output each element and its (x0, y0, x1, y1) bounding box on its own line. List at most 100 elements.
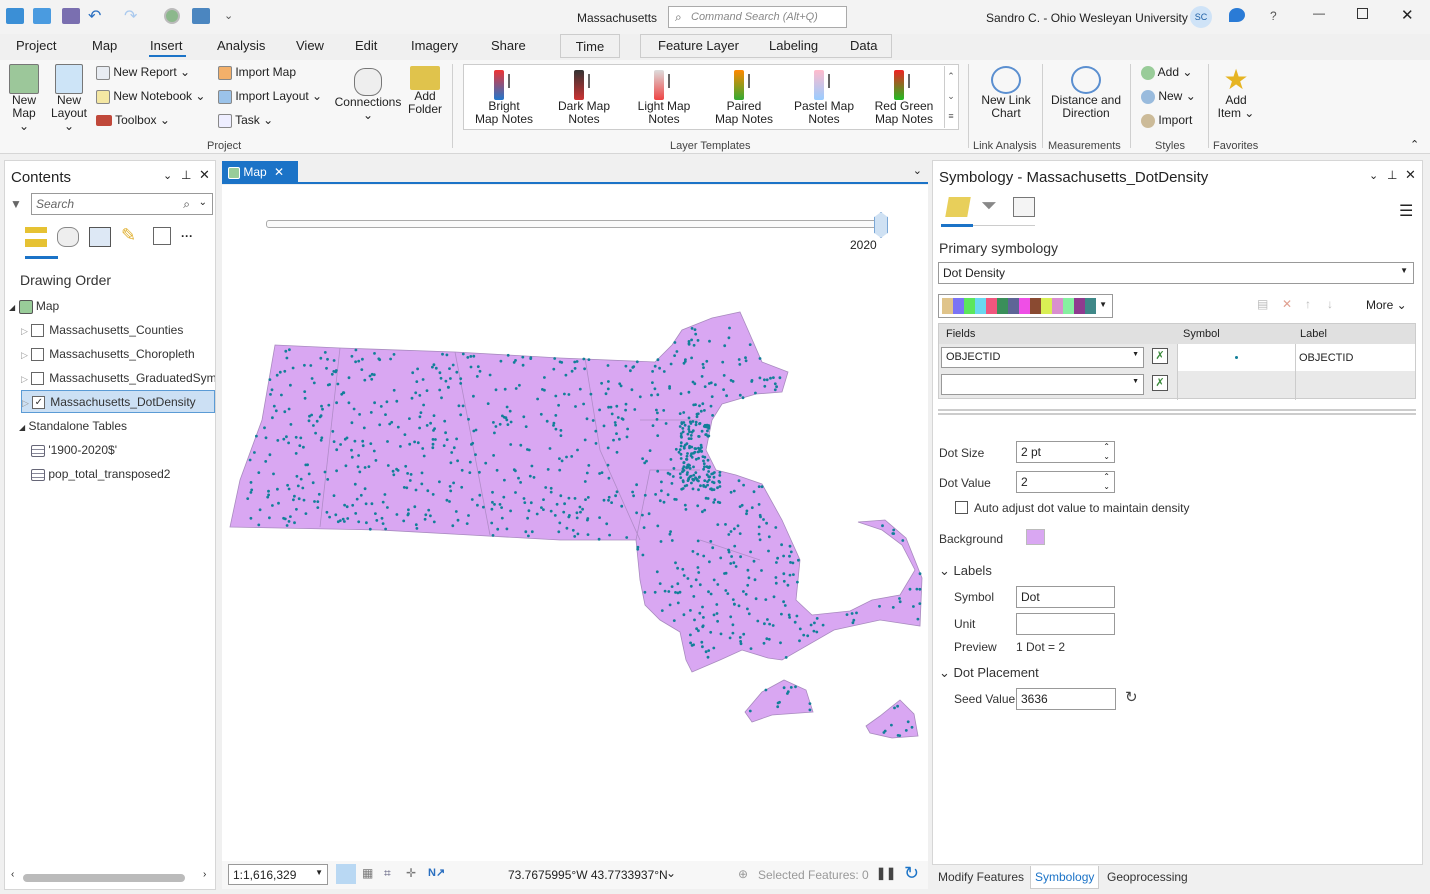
list-by-source-icon[interactable] (57, 227, 79, 247)
import-style-button[interactable]: Import (1141, 114, 1192, 128)
command-search[interactable]: ⌕ Command Search (Alt+Q) (668, 6, 847, 28)
horizontal-scrollbar[interactable] (23, 874, 185, 882)
avatar[interactable]: SC (1190, 6, 1212, 28)
tab-data[interactable]: Data (850, 38, 877, 53)
tab-map[interactable]: Map (92, 38, 117, 53)
tab-analysis[interactable]: Analysis (217, 38, 265, 53)
new-style-button[interactable]: New ⌄ (1141, 90, 1196, 104)
labels-section[interactable]: ⌄ Labels (939, 563, 992, 579)
symbol-label-input[interactable]: Dot (1016, 586, 1115, 608)
save-icon[interactable] (62, 8, 80, 24)
layer-template-button[interactable]: Bright Map Notes (470, 70, 538, 126)
import-map-button[interactable]: Import Map (218, 66, 296, 80)
table-item[interactable]: '1900-2020$' (31, 443, 117, 457)
gallery-scroll[interactable]: ⌃ ⌄ ≡ (944, 66, 957, 128)
layer-template-button[interactable]: Red Green Map Notes (870, 70, 938, 126)
scroll-left-icon[interactable]: ‹ (11, 869, 14, 880)
new-project-icon[interactable] (6, 8, 24, 24)
layer-template-button[interactable]: Pastel Map Notes (790, 70, 858, 126)
symbol-layer-drawing-icon[interactable] (1013, 197, 1035, 217)
unit-input[interactable] (1016, 613, 1115, 635)
north-arrow-icon[interactable]: N↗ (428, 866, 445, 879)
collapse-ribbon-icon[interactable]: ⌃ (1410, 138, 1419, 151)
customize-icon[interactable]: ⌄ (224, 9, 233, 22)
pane-options-icon[interactable]: ⌄ (1369, 169, 1378, 182)
move-up-icon[interactable]: ↑ (1305, 297, 1311, 311)
layer-item[interactable]: ▷ Massachusetts_Counties (21, 323, 183, 338)
map-canvas[interactable]: 2020 (222, 185, 928, 861)
open-project-icon[interactable] (33, 8, 51, 24)
color-scheme-select[interactable]: ▼ (938, 294, 1113, 318)
add-folder-button[interactable]: Add Folder (406, 66, 444, 116)
notification-icon[interactable] (1229, 8, 1245, 22)
regenerate-seed-icon[interactable]: ↻ (1125, 688, 1138, 706)
distance-direction-button[interactable]: Distance and Direction (1050, 66, 1122, 120)
tab-time[interactable]: Time (560, 34, 620, 58)
dot-size-input[interactable]: 2 pt ⌃ ⌄ (1016, 441, 1115, 463)
remove-icon[interactable]: ✕ (1282, 297, 1292, 311)
pin-icon[interactable]: ⊥ (1387, 168, 1397, 182)
close-icon[interactable]: ✕ (1401, 6, 1414, 24)
grid-icon[interactable]: ▦ (362, 866, 373, 880)
coordinate-format-icon[interactable]: ⌄ (666, 866, 676, 880)
add-style-button[interactable]: Add ⌄ (1141, 66, 1192, 80)
list-by-drawing-order-icon[interactable] (25, 227, 47, 247)
layer-template-button[interactable]: Dark Map Notes (550, 70, 618, 126)
help-icon[interactable]: ? (1270, 9, 1277, 23)
selected-features[interactable]: Selected Features: 0 (758, 868, 869, 882)
list-by-selection-icon[interactable] (89, 227, 111, 247)
window-icon[interactable] (192, 8, 210, 24)
contents-search-input[interactable]: Search ⌕ ⌄ (31, 193, 213, 215)
new-report-button[interactable]: New Report ⌄ (96, 66, 190, 80)
constraints-icon[interactable]: ⌗ (384, 866, 391, 881)
layer-template-button[interactable]: Paired Map Notes (710, 70, 778, 126)
splitter-handle[interactable] (938, 409, 1416, 415)
layer-item[interactable]: ▷ Massachusetts_Choropleth (21, 347, 195, 362)
tab-project[interactable]: Project (16, 38, 56, 53)
pause-drawing-icon[interactable]: ❚❚ (876, 866, 896, 880)
tab-share[interactable]: Share (491, 38, 526, 53)
primary-symbology-icon[interactable] (945, 197, 971, 217)
snapping-icon[interactable]: ✛ (406, 866, 416, 880)
seed-value-input[interactable]: 3636 (1016, 688, 1116, 710)
tab-labeling[interactable]: Labeling (769, 38, 818, 53)
more-menu[interactable]: More ⌄ (1366, 298, 1407, 312)
tab-edit[interactable]: Edit (355, 38, 377, 53)
tab-insert[interactable]: Insert (150, 38, 183, 53)
new-notebook-button[interactable]: New Notebook ⌄ (96, 90, 205, 104)
layer-visibility-checkbox[interactable]: ✓ (32, 396, 46, 410)
grid-snap-icon[interactable] (336, 864, 356, 884)
tab-imagery[interactable]: Imagery (411, 38, 458, 53)
layer-visibility-checkbox[interactable] (31, 324, 45, 338)
tab-map-view[interactable]: Map ✕ (222, 161, 298, 183)
tab-modify-features[interactable]: Modify Features (938, 870, 1024, 884)
toolbox-button[interactable]: Toolbox ⌄ (96, 114, 170, 127)
close-pane-icon[interactable]: ✕ (1405, 167, 1416, 183)
dot-symbol[interactable] (1235, 356, 1238, 359)
tab-options-icon[interactable]: ⌄ (913, 164, 922, 177)
close-pane-icon[interactable]: ✕ (199, 167, 210, 183)
layer-item[interactable]: ▷ Massachusetts_GraduatedSymb (21, 371, 215, 386)
minimize-icon[interactable]: — (1313, 6, 1325, 20)
table-item[interactable]: pop_total_transposed2 (31, 467, 170, 481)
move-down-icon[interactable]: ↓ (1327, 297, 1333, 311)
expression-icon[interactable]: ✗ (1152, 348, 1168, 364)
expression-icon[interactable]: ✗ (1152, 375, 1168, 391)
list-by-editing-icon[interactable]: ✎ (121, 225, 136, 246)
vary-symbology-icon[interactable]: ⏷ (981, 195, 997, 218)
tab-geoprocessing[interactable]: Geoprocessing (1107, 870, 1188, 884)
tree-item-map[interactable]: ◢ Map (9, 299, 59, 314)
layer-template-button[interactable]: Light Map Notes (630, 70, 698, 126)
field-select[interactable]: OBJECTID ▼ (941, 347, 1144, 368)
background-color-swatch[interactable] (1026, 529, 1045, 545)
standalone-tables-group[interactable]: ◢ Standalone Tables (19, 419, 127, 433)
auto-adjust-checkbox[interactable] (955, 501, 968, 514)
new-map-button[interactable]: New Map ⌄ (6, 64, 42, 133)
menu-icon[interactable]: ☰ (1399, 201, 1413, 221)
connections-button[interactable]: Connections ⌄ (334, 68, 402, 122)
new-link-chart-button[interactable]: New Link Chart (978, 66, 1034, 120)
task-button[interactable]: Task ⌄ (218, 114, 273, 128)
import-layout-button[interactable]: Import Layout ⌄ (218, 90, 322, 104)
tab-view[interactable]: View (296, 38, 324, 53)
maximize-icon[interactable] (1357, 8, 1368, 19)
